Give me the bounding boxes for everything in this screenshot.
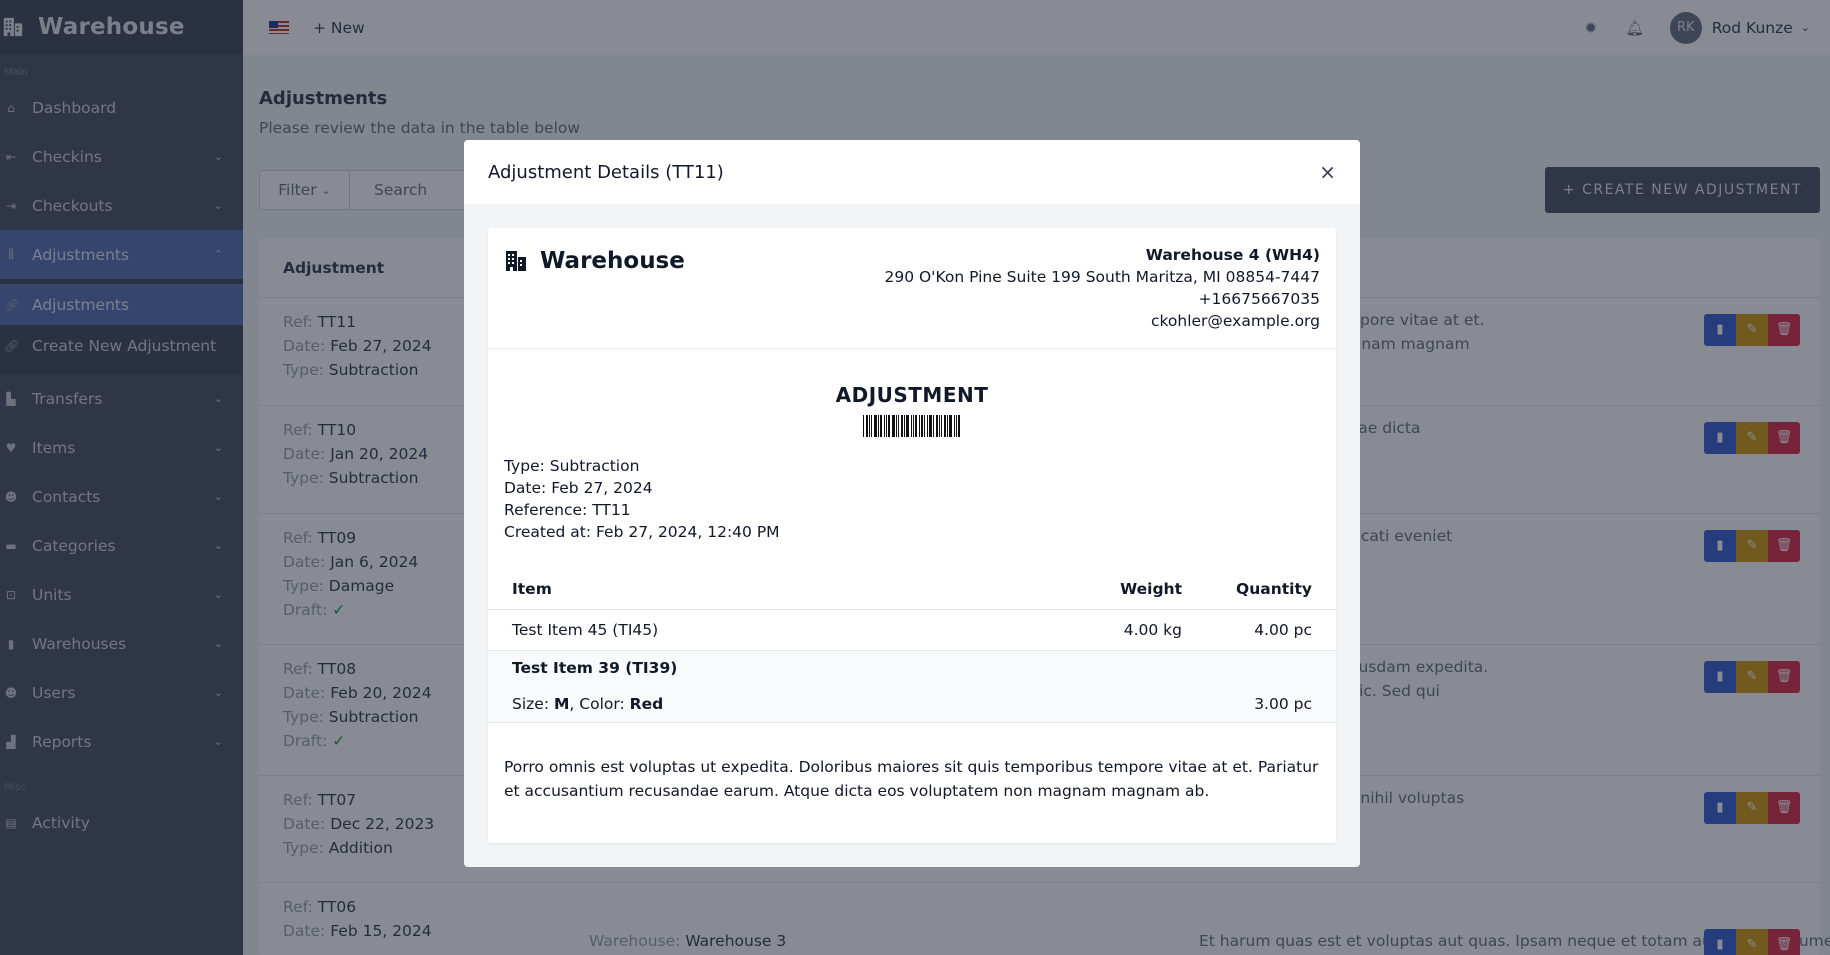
warehouse-address-block: Warehouse 4 (WH4) 290 O'Kon Pine Suite 1… (884, 244, 1320, 332)
col-weight: Weight (1066, 569, 1206, 610)
barcode-bar (879, 415, 882, 437)
document-heading: ADJUSTMENT (835, 383, 989, 407)
item-row: Test Item 45 (TI45) 4.00 kg 4.00 pc (488, 609, 1336, 651)
barcode-bar (862, 415, 864, 437)
barcode-bar (883, 415, 885, 437)
barcode-bar (873, 415, 877, 437)
item-weight (1066, 650, 1206, 686)
item-name: Test Item 39 (TI39) (512, 659, 678, 678)
barcode-bar (895, 415, 897, 437)
col-quantity: Quantity (1206, 569, 1336, 610)
barcode-bar (943, 415, 946, 437)
item-row: Test Item 39 (TI39) (488, 650, 1336, 686)
barcode-bar (948, 415, 952, 437)
meta-reference: Reference: TT11 (504, 501, 631, 519)
color-value: Red (629, 694, 664, 713)
size-value: M (553, 694, 570, 713)
barcode-bar (885, 415, 887, 437)
warehouse-email: ckohler@example.org (1150, 312, 1320, 330)
meta-type: Type: Subtraction (504, 457, 640, 475)
barcode-bar (920, 415, 923, 437)
item-quantity: 4.00 pc (1206, 609, 1336, 651)
meta-created-at: Created at: Feb 27, 2024, 12:40 PM (504, 523, 780, 541)
barcode-bar (905, 415, 909, 437)
barcode-bar (918, 415, 920, 437)
barcode-bar (868, 415, 870, 437)
barcode-bar (900, 415, 903, 437)
adjustment-meta: Type: Subtraction Date: Feb 27, 2024 Ref… (488, 455, 1336, 543)
barcode-bar (891, 415, 895, 437)
item-weight: 4.00 kg (1066, 609, 1206, 651)
barcode-bar (910, 415, 912, 437)
barcode-bar (953, 415, 955, 437)
item-quantity (1206, 650, 1336, 686)
barcode-bar (897, 415, 899, 437)
barcode-bar (955, 415, 957, 437)
items-table: Item Weight Quantity Test Item 45 (TI45)… (488, 569, 1336, 723)
barcode-bar (932, 415, 934, 437)
adjustment-document: Warehouse Warehouse 4 (WH4) 290 O'Kon Pi… (488, 228, 1336, 843)
items-table-header: Item Weight Quantity (488, 569, 1336, 610)
barcode-bar (923, 415, 925, 437)
barcode-bar (926, 415, 928, 437)
barcode-bar (865, 415, 868, 437)
barcode-bar (887, 415, 890, 437)
barcode-bar (914, 415, 917, 437)
barcode-bar (928, 415, 932, 437)
document-brand-name: Warehouse (540, 248, 685, 274)
barcode-bar (935, 415, 938, 437)
adjustment-notes: Porro omnis est voluptas ut expedita. Do… (504, 757, 1319, 800)
item-name: Test Item 45 (TI45) (488, 609, 1066, 651)
variation-weight (1066, 686, 1206, 723)
meta-date: Date: Feb 27, 2024 (504, 479, 653, 497)
barcode-bar (938, 415, 940, 437)
barcode-bar (957, 415, 960, 437)
modal-title: Adjustment Details (TT11) (488, 161, 724, 183)
variation-cell: Size: M, Color: Red (488, 686, 1066, 723)
color-label: , Color: (569, 694, 625, 713)
variation-quantity: 3.00 pc (1206, 686, 1336, 723)
warehouse-name: Warehouse 4 (WH4) (1145, 246, 1320, 264)
document-brand: Warehouse (504, 248, 685, 274)
variation-row: Size: M, Color: Red 3.00 pc (488, 686, 1336, 723)
barcode-bar (946, 415, 948, 437)
warehouse-phone: +16675667035 (1198, 290, 1320, 308)
barcode-bar (877, 415, 879, 437)
modal-header: Adjustment Details (TT11) × (464, 140, 1360, 204)
document-header: Warehouse Warehouse 4 (WH4) 290 O'Kon Pi… (488, 228, 1336, 349)
adjustment-details-modal: Adjustment Details (TT11) × Warehouse Wa… (464, 140, 1360, 867)
building-icon (506, 251, 526, 271)
barcode-bar (940, 415, 942, 437)
barcode-bar (903, 415, 905, 437)
barcode (488, 415, 1336, 437)
barcode-bar (870, 415, 872, 437)
size-label: Size: (512, 694, 550, 713)
barcode-bar (912, 415, 914, 437)
warehouse-address: 290 O'Kon Pine Suite 199 South Maritza, … (884, 268, 1320, 286)
close-icon[interactable]: × (1319, 160, 1336, 184)
col-item: Item (488, 569, 1066, 610)
